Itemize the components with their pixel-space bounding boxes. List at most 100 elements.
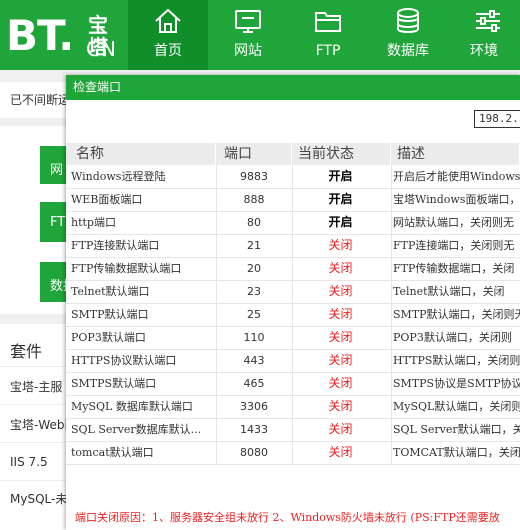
port-status-cell: 关闭: [328, 445, 353, 459]
nav-home[interactable]: 首页: [128, 0, 208, 70]
nav-website-label: 网站: [234, 43, 262, 59]
logo-cn: CN: [86, 37, 117, 61]
port-status-cell: 关闭: [328, 261, 353, 275]
port-desc-cell: 开启后才能使用Windows: [393, 170, 520, 183]
port-name-cell: SQL Server数据库默认...: [71, 423, 202, 436]
port-desc-cell: SQL Server默认端口，关: [393, 423, 520, 436]
database-icon: [397, 8, 419, 33]
sliders-icon: [476, 10, 500, 32]
uptime-text: 已不间断运: [10, 93, 71, 107]
port-name-cell: SMTPS默认端口: [71, 377, 157, 390]
table-row: Windows远程登陆 9883 开启 开启后才能使用Windows: [66, 165, 520, 189]
port-number-cell: 888: [243, 193, 265, 206]
folder-icon: [315, 12, 341, 32]
divider: [0, 404, 70, 405]
table-row: POP3默认端口 110 关闭 POP3默认端口，关闭则: [66, 326, 520, 350]
ip-address-field[interactable]: 198.2.1: [474, 110, 520, 128]
port-desc-cell: HTTPS默认端口，关闭则: [393, 354, 520, 367]
table-row: SMTP默认端口 25 关闭 SMTP默认端口，关闭则无: [66, 303, 520, 327]
software-title: 套件: [10, 342, 43, 361]
port-desc-cell: SMTPS协议是SMTP协议基: [393, 377, 520, 390]
nav-ftp[interactable]: FTP: [288, 0, 368, 70]
port-name-cell: FTP传输数据默认端口: [71, 262, 182, 275]
site-button-label: 网: [50, 163, 64, 178]
logo-bt: BT.: [6, 11, 74, 60]
port-status-cell: 关闭: [328, 376, 353, 390]
divider: [0, 442, 70, 443]
port-number-cell: 80: [247, 216, 261, 229]
port-number-cell: 465: [243, 377, 265, 390]
col-header-desc: 描述: [391, 143, 520, 165]
port-status-cell: 关闭: [328, 353, 353, 367]
port-name-cell: Telnet默认端口: [71, 285, 150, 298]
table-row: http端口 80 开启 网站默认端口，关闭则无: [66, 211, 520, 235]
port-number-cell: 1433: [240, 423, 268, 436]
port-closed-reason: 端口关闭原因：1、服务器安全组未放行 2、Windows防火墙未放行 (PS:F…: [75, 511, 500, 524]
port-name-cell: FTP连接默认端口: [71, 239, 160, 252]
dialog-title: 检查端口: [73, 80, 122, 94]
software-item[interactable]: IIS 7.5: [10, 455, 48, 469]
port-status-cell: 关闭: [328, 238, 353, 252]
table-row: FTP连接默认端口 21 关闭 FTP连接端口，关闭则无: [66, 234, 520, 258]
table-row: FTP传输数据默认端口 20 关闭 FTP传输数据端口，关闭: [66, 257, 520, 281]
nav-website[interactable]: 网站: [208, 0, 288, 70]
port-status-cell: 关闭: [328, 330, 353, 344]
check-port-dialog: 检查端口 198.2.1 名称 端口 当前状态 描述 Windows远程登陆 98…: [66, 75, 520, 530]
nav-database[interactable]: 数据库: [368, 0, 448, 70]
port-name-cell: POP3默认端口: [71, 331, 146, 344]
col-header-name: 名称: [66, 143, 216, 165]
uptime-notice: 已不间断运: [0, 82, 70, 118]
home-icon: [155, 8, 181, 33]
port-number-cell: 23: [247, 285, 261, 298]
table-row: MySQL 数据库默认端口 3306 关闭 MySQL默认端口，关闭则: [66, 395, 520, 419]
port-desc-cell: Telnet默认端口，关闭: [393, 285, 505, 298]
divider: [0, 480, 70, 481]
port-status-cell: 开启: [328, 215, 353, 229]
nav-environment-label: 环境: [470, 43, 498, 59]
col-header-status: 当前状态: [292, 143, 391, 165]
overview-card: 网 FT 数据: [0, 126, 76, 314]
col-header-port: 端口: [216, 143, 292, 165]
nav-environment[interactable]: 环境: [448, 0, 520, 70]
dialog-title-bar[interactable]: 检查端口: [66, 75, 520, 100]
table-row: tomcat默认端口 8080 关闭 TOMCAT默认端口，关闭要: [66, 441, 520, 465]
table-row: HTTPS协议默认端口 443 关闭 HTTPS默认端口，关闭则: [66, 349, 520, 373]
table-row: WEB面板端口 888 开启 宝塔Windows面板端口，: [66, 188, 520, 212]
port-number-cell: 443: [243, 354, 265, 367]
port-name-cell: HTTPS协议默认端口: [71, 354, 177, 367]
divider: [0, 366, 70, 367]
port-desc-cell: 网站默认端口，关闭则无: [393, 216, 514, 229]
port-desc-cell: POP3默认端口，关闭则: [393, 331, 512, 344]
port-number-cell: 9883: [240, 170, 268, 183]
port-desc-cell: MySQL默认端口，关闭则: [393, 400, 520, 413]
port-name-cell: MySQL 数据库默认端口: [71, 400, 193, 413]
software-card: 套件 宝塔-主服 宝塔-Web面 IIS 7.5 MySQL-未安: [0, 324, 79, 530]
port-name-cell: WEB面板端口: [71, 193, 143, 206]
column-divider: [292, 165, 293, 464]
port-status-cell: 开启: [328, 192, 353, 206]
column-divider: [216, 165, 217, 464]
port-number-cell: 3306: [240, 400, 268, 413]
port-status-cell: 关闭: [328, 307, 353, 321]
port-status-cell: 开启: [328, 169, 353, 183]
port-status-cell: 关闭: [328, 422, 353, 436]
port-number-cell: 25: [247, 308, 261, 321]
ftp-button-label: FT: [50, 215, 66, 230]
port-name-cell: tomcat默认端口: [71, 446, 154, 459]
table-row: SMTPS默认端口 465 关闭 SMTPS协议是SMTP协议基: [66, 372, 520, 396]
port-name-cell: SMTP默认端口: [71, 308, 149, 321]
table-row: Telnet默认端口 23 关闭 Telnet默认端口，关闭: [66, 280, 520, 304]
port-number-cell: 21: [247, 239, 261, 252]
port-name-cell: http端口: [71, 216, 116, 229]
table-row: SQL Server数据库默认... 1433 关闭 SQL Server默认端口，关: [66, 418, 520, 442]
port-status-cell: 关闭: [328, 399, 353, 413]
nav-database-label: 数据库: [387, 43, 429, 59]
port-status-cell: 关闭: [328, 284, 353, 298]
port-desc-cell: 宝塔Windows面板端口，: [393, 193, 520, 206]
port-number-cell: 20: [247, 262, 261, 275]
column-divider: [391, 165, 392, 464]
port-desc-cell: TOMCAT默认端口，关闭要: [393, 446, 520, 459]
software-item[interactable]: 宝塔-主服: [10, 378, 62, 395]
port-desc-cell: FTP连接端口，关闭则无: [393, 239, 515, 252]
port-number-cell: 8080: [240, 446, 268, 459]
